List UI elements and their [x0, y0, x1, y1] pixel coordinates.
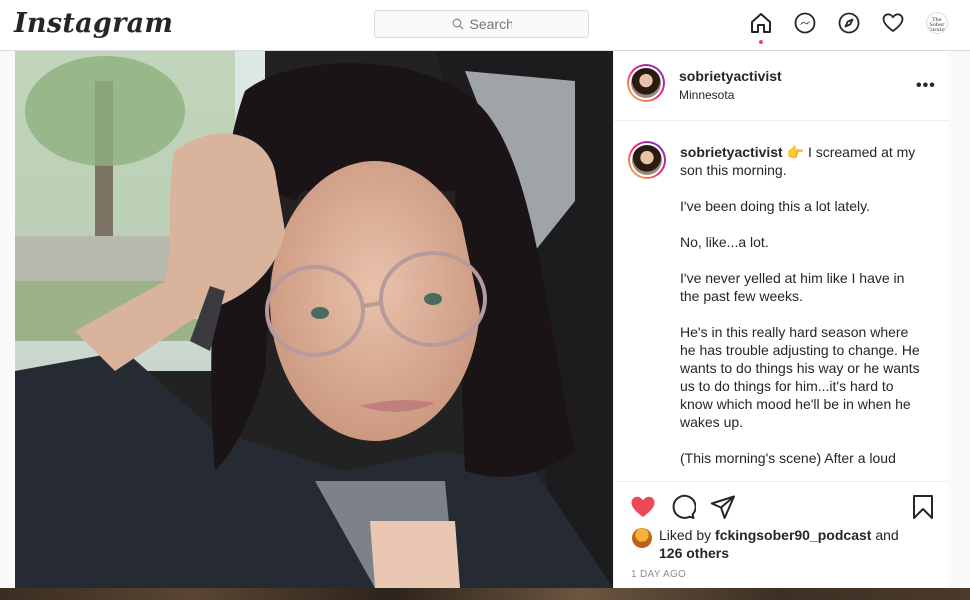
activity-heart-icon[interactable] — [882, 12, 904, 34]
next-post-preview — [0, 588, 970, 600]
author-username[interactable]: sobrietyactivist — [679, 68, 782, 84]
post-photo-image — [15, 51, 613, 588]
post-location[interactable]: Minnesota — [679, 88, 734, 102]
caption-paragraph: No, like...a lot. — [680, 234, 769, 250]
caption-paragraph: (This morning's scene) After a loud — [680, 450, 896, 466]
share-send-icon[interactable] — [710, 494, 736, 520]
side-gutter — [948, 51, 970, 588]
messenger-icon[interactable] — [794, 12, 816, 34]
save-bookmark-icon[interactable] — [910, 494, 936, 520]
post-caption: sobrietyactivist 👉 I screamed at my son … — [614, 121, 949, 481]
liked-by-avatar[interactable] — [632, 528, 652, 548]
caption-text: sobrietyactivist 👉 I screamed at my son … — [680, 143, 920, 481]
instagram-logo[interactable]: Instagram — [14, 8, 173, 39]
nav-icons: The Sober Curator — [750, 12, 948, 44]
liked-by-others-count[interactable]: 126 others — [659, 544, 919, 562]
profile-avatar-image: The Sober Curator — [926, 12, 948, 34]
post-photo[interactable] — [15, 51, 613, 588]
search-icon — [452, 18, 463, 30]
explore-compass-icon[interactable] — [838, 12, 860, 34]
profile-avatar[interactable]: The Sober Curator — [926, 12, 948, 34]
caption-paragraph: He's in this really hard season where he… — [680, 324, 920, 430]
caption-author-avatar[interactable] — [628, 141, 666, 179]
top-nav: Instagram The Sober Curator — [0, 0, 970, 51]
search-box[interactable] — [374, 10, 589, 38]
more-options-icon[interactable]: ••• — [916, 77, 936, 95]
post-actions: Liked by fckingsober90_podcast and 126 o… — [614, 481, 949, 588]
liked-by-username[interactable]: fckingsober90_podcast — [715, 527, 871, 543]
caption-paragraph: I've never yelled at him like I have in … — [680, 270, 905, 304]
post-timestamp[interactable]: 1 day ago — [631, 569, 686, 580]
liked-by-text: Liked by fckingsober90_podcast and 126 o… — [659, 526, 919, 562]
post-details-panel: sobrietyactivist Minnesota ••• sobrietya… — [613, 51, 949, 588]
search-input[interactable] — [469, 16, 512, 32]
caption-username[interactable]: sobrietyactivist — [680, 144, 783, 160]
caption-paragraph: sobrietyactivist 👉 I screamed at my son … — [680, 143, 920, 179]
liked-by-and: and — [875, 527, 899, 543]
post-header: sobrietyactivist Minnesota ••• — [614, 51, 949, 121]
home-icon[interactable] — [750, 12, 772, 44]
author-avatar-image — [631, 68, 661, 98]
liked-by-prefix: Liked by — [659, 527, 712, 543]
comment-icon[interactable] — [670, 494, 696, 520]
caption-paragraph: I've been doing this a lot lately. — [680, 198, 870, 214]
caption-author-avatar-image — [632, 145, 662, 175]
like-heart-filled-icon[interactable] — [630, 494, 656, 520]
author-avatar[interactable] — [627, 64, 665, 102]
pointing-hand-emoji: 👉 — [786, 144, 805, 160]
home-active-dot — [759, 40, 763, 44]
